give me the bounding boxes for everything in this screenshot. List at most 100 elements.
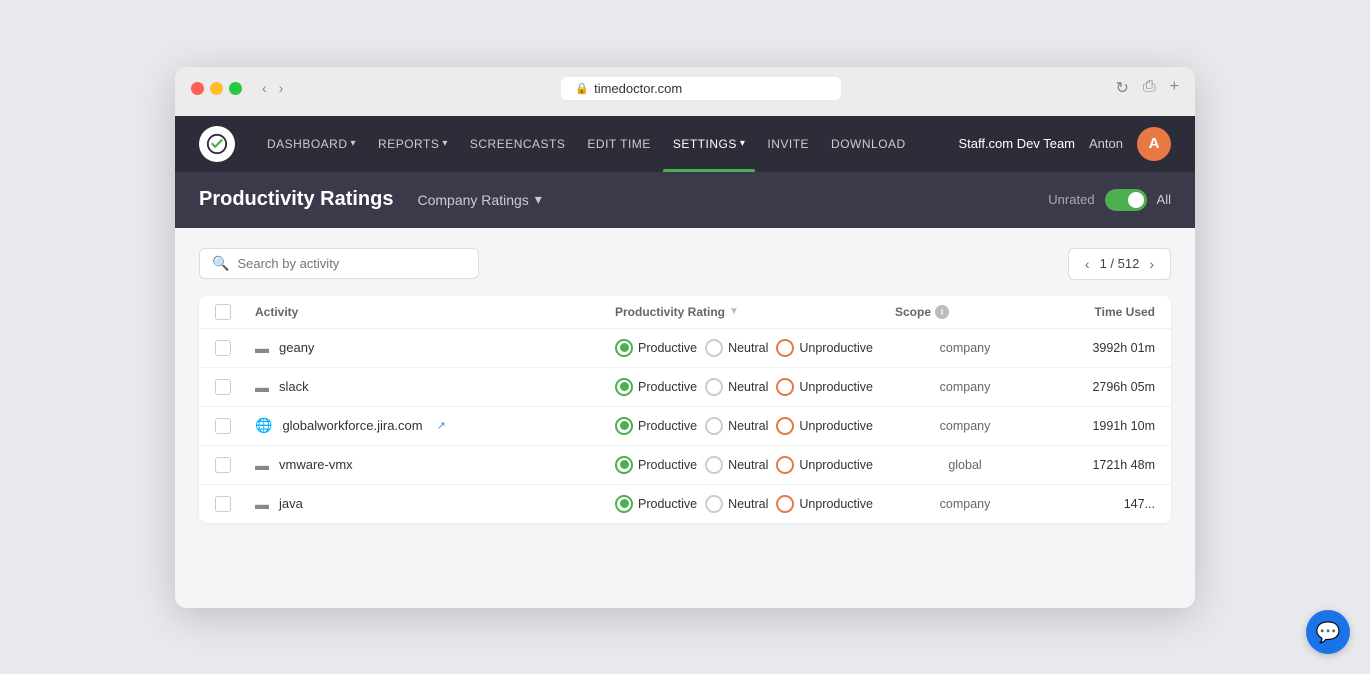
search-input[interactable]	[237, 256, 466, 271]
unproductive-radio-circle	[776, 495, 794, 513]
neutral-label: Neutral	[728, 458, 768, 472]
chevron-down-icon: ▾	[740, 138, 746, 149]
neutral-radio-circle	[705, 417, 723, 435]
select-all-checkbox[interactable]	[215, 304, 231, 320]
neutral-label: Neutral	[728, 341, 768, 355]
scope-header: Scope i	[895, 304, 1035, 320]
page-title: Productivity Ratings	[199, 188, 393, 211]
productive-label: Productive	[638, 341, 697, 355]
table-row: ▬ vmware-vmx Productive Neutral	[199, 446, 1171, 485]
pagination-text: 1 / 512	[1100, 256, 1140, 271]
sort-icon[interactable]: ▼	[729, 306, 739, 317]
nav-item-reports[interactable]: REPORTS ▾	[368, 116, 458, 172]
search-box[interactable]: 🔍	[199, 248, 479, 279]
nav-item-edit-time[interactable]: EDIT TIME	[577, 116, 660, 172]
activity-name: globalworkforce.jira.com	[282, 418, 422, 433]
minimize-button[interactable]	[210, 82, 223, 95]
sub-header-right: Unrated All	[1048, 189, 1171, 211]
browser-window: ‹ › 🔒 timedoctor.com ↻ ⎙ +	[175, 67, 1195, 608]
rating-cell: Productive Neutral Unproductive	[615, 339, 895, 357]
app-logo[interactable]	[199, 126, 235, 162]
table-header: Activity Productivity Rating ▼ Scope i T…	[199, 296, 1171, 329]
external-link-icon[interactable]: ↗	[437, 419, 446, 432]
rating-cell: Productive Neutral Unproductive	[615, 417, 895, 435]
time-header: Time Used	[1035, 304, 1155, 320]
maximize-button[interactable]	[229, 82, 242, 95]
row-checkbox[interactable]	[215, 457, 231, 473]
neutral-radio[interactable]: Neutral	[705, 339, 768, 357]
unproductive-radio[interactable]: Unproductive	[776, 495, 873, 513]
neutral-radio-circle	[705, 339, 723, 357]
unproductive-radio[interactable]: Unproductive	[776, 417, 873, 435]
neutral-radio-circle	[705, 495, 723, 513]
productive-radio[interactable]: Productive	[615, 378, 697, 396]
activity-cell: ▬ geany	[255, 340, 615, 356]
top-nav: DASHBOARD ▾ REPORTS ▾ SCREENCASTS EDIT T…	[175, 116, 1195, 172]
unproductive-label: Unproductive	[799, 341, 873, 355]
neutral-label: Neutral	[728, 497, 768, 511]
rating-cell: Productive Neutral Unproductive	[615, 456, 895, 474]
productive-radio-circle	[615, 339, 633, 357]
time-cell: 1721h 48m	[1035, 458, 1155, 472]
url-display[interactable]: 🔒 timedoctor.com	[561, 77, 841, 100]
search-icon: 🔍	[212, 255, 229, 272]
close-button[interactable]	[191, 82, 204, 95]
rating-cell: Productive Neutral Unproductive	[615, 495, 895, 513]
unproductive-label: Unproductive	[799, 380, 873, 394]
row-checkbox[interactable]	[215, 340, 231, 356]
pagination-control: ‹ 1 / 512 ›	[1068, 248, 1171, 280]
company-ratings-dropdown[interactable]: Company Ratings ▾	[409, 187, 549, 212]
unrated-toggle[interactable]	[1105, 189, 1147, 211]
scope-cell: company	[895, 380, 1035, 394]
unproductive-radio-circle	[776, 456, 794, 474]
neutral-radio[interactable]: Neutral	[705, 495, 768, 513]
productive-radio[interactable]: Productive	[615, 456, 697, 474]
unproductive-radio[interactable]: Unproductive	[776, 339, 873, 357]
neutral-radio[interactable]: Neutral	[705, 456, 768, 474]
tab-bar	[191, 108, 1179, 116]
unrated-label: Unrated	[1048, 192, 1094, 207]
scope-cell: company	[895, 497, 1035, 511]
next-page-button[interactable]: ›	[1145, 254, 1158, 274]
prev-page-button[interactable]: ‹	[1081, 254, 1094, 274]
url-text: timedoctor.com	[594, 81, 682, 96]
productive-radio[interactable]: Productive	[615, 495, 697, 513]
productive-radio[interactable]: Productive	[615, 339, 697, 357]
activity-name: geany	[279, 340, 314, 355]
activity-cell: ▬ vmware-vmx	[255, 457, 615, 473]
nav-item-screencasts[interactable]: SCREENCASTS	[460, 116, 576, 172]
unproductive-radio-circle	[776, 378, 794, 396]
nav-item-settings[interactable]: SETTINGS ▾	[663, 116, 756, 172]
neutral-radio[interactable]: Neutral	[705, 417, 768, 435]
time-cell: 1991h 10m	[1035, 419, 1155, 433]
neutral-radio-circle	[705, 456, 723, 474]
traffic-lights	[191, 82, 242, 95]
nav-item-download[interactable]: DOWNLOAD	[821, 116, 916, 172]
row-checkbox[interactable]	[215, 379, 231, 395]
nav-item-dashboard[interactable]: DASHBOARD ▾	[257, 116, 366, 172]
reload-button[interactable]: ↻	[1115, 78, 1128, 98]
unproductive-radio-circle	[776, 339, 794, 357]
share-button[interactable]: ⎙	[1143, 78, 1156, 98]
neutral-radio[interactable]: Neutral	[705, 378, 768, 396]
info-icon[interactable]: i	[935, 305, 949, 319]
row-checkbox[interactable]	[215, 418, 231, 434]
unproductive-label: Unproductive	[799, 497, 873, 511]
forward-button[interactable]: ›	[275, 78, 288, 98]
new-tab-button[interactable]: +	[1170, 78, 1179, 98]
browser-top-bar: ‹ › 🔒 timedoctor.com ↻ ⎙ +	[191, 77, 1179, 100]
app-icon: ▬	[255, 379, 269, 395]
table-row: ▬ geany Productive Neutral	[199, 329, 1171, 368]
nav-item-invite[interactable]: INVITE	[757, 116, 819, 172]
chat-widget[interactable]: 💬	[1306, 610, 1350, 654]
activity-name: slack	[279, 379, 309, 394]
neutral-label: Neutral	[728, 419, 768, 433]
back-button[interactable]: ‹	[258, 78, 271, 98]
neutral-radio-circle	[705, 378, 723, 396]
time-cell: 147...	[1035, 497, 1155, 511]
row-checkbox[interactable]	[215, 496, 231, 512]
unproductive-radio[interactable]: Unproductive	[776, 456, 873, 474]
productive-radio[interactable]: Productive	[615, 417, 697, 435]
unproductive-radio[interactable]: Unproductive	[776, 378, 873, 396]
avatar[interactable]: A	[1137, 127, 1171, 161]
